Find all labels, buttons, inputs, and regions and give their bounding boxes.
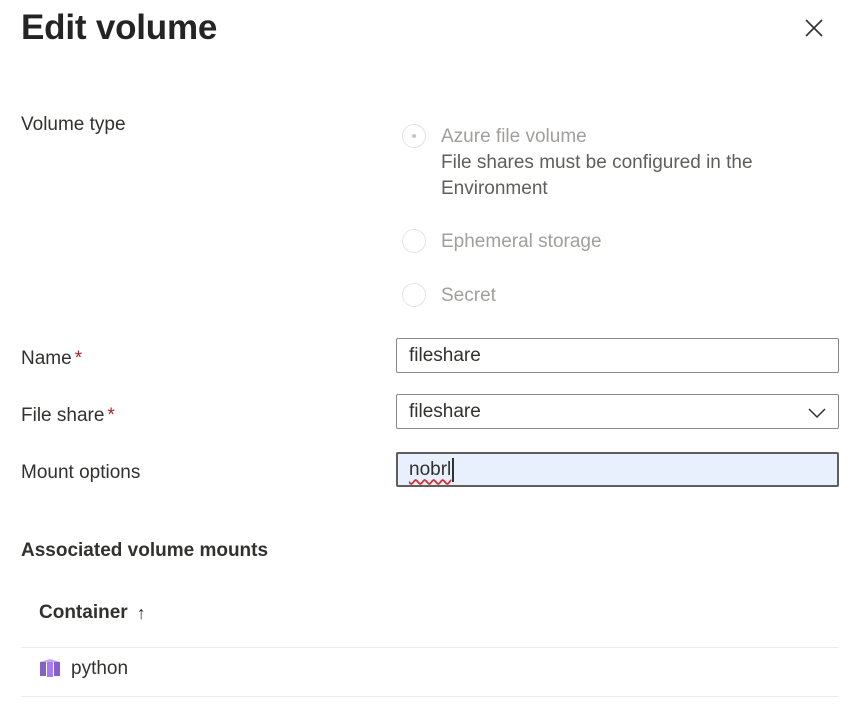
text-caret [452,457,455,482]
required-marker: * [74,348,83,369]
file-share-dropdown[interactable]: fileshare [396,394,839,429]
column-header-label: Container [39,602,128,623]
radio-description: File shares must be configured in the [441,152,753,173]
radio-label: Ephemeral storage [441,231,602,252]
name-field[interactable] [396,338,839,373]
column-header-container[interactable]: Container ↑ [39,602,146,624]
radio-selected-dot [412,134,416,138]
name-label: Name * [21,347,82,371]
container-app-icon [40,659,60,677]
close-button[interactable] [796,10,832,46]
required-marker: * [107,405,115,426]
panel-title: Edit volume [21,8,218,47]
radio-label: Azure file volume [441,126,587,147]
radio-description: Environment [441,178,548,199]
container-name: python [71,658,129,679]
mount-options-field[interactable]: nobrl [396,452,839,487]
table-divider [21,696,839,697]
volume-type-label: Volume type [21,114,126,135]
radio-azure-file-volume[interactable]: Azure file volume File shares must be co… [402,124,753,202]
sort-ascending-icon: ↑ [136,602,146,623]
associated-mounts-title: Associated volume mounts [21,540,269,561]
close-icon [805,19,823,37]
table-row[interactable]: python [39,658,128,680]
radio-button[interactable] [402,283,426,307]
mount-options-label: Mount options [21,462,141,483]
table-divider [21,647,839,648]
name-input[interactable] [409,344,838,367]
file-share-label-text: File share [21,405,105,426]
radio-label: Secret [441,285,496,306]
radio-button[interactable] [402,229,426,253]
radio-button[interactable] [402,124,426,148]
radio-ephemeral-storage[interactable]: Ephemeral storage [402,229,602,255]
file-share-selected-value: fileshare [409,400,481,422]
radio-secret[interactable]: Secret [402,283,496,309]
name-label-text: Name [21,348,72,369]
mount-options-input[interactable]: nobrl [409,459,451,481]
file-share-label: File share * [21,404,115,428]
chevron-down-icon [808,408,826,419]
